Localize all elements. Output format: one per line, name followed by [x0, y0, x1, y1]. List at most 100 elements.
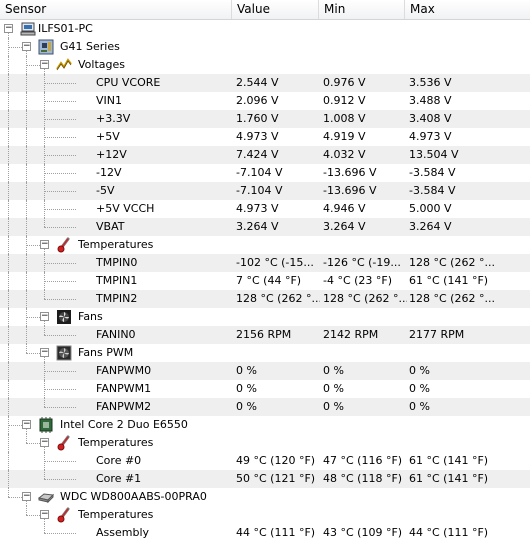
sensor-row[interactable]: TMPIN2 128 °C (262 °... 128 °C (262 °... 12… — [0, 290, 530, 308]
column-header-sensor[interactable]: Sensor — [0, 0, 232, 19]
sensor-label: Core #0 — [96, 454, 142, 467]
collapse-toggle[interactable]: − — [22, 492, 31, 501]
collapse-toggle[interactable]: − — [4, 24, 13, 33]
sensor-value: -7.104 V — [236, 184, 283, 197]
column-header-max[interactable]: Max — [405, 0, 530, 19]
sensor-value: 4.973 V — [236, 130, 279, 143]
collapse-toggle[interactable]: − — [22, 42, 31, 51]
sensor-label: -5V — [96, 184, 115, 197]
sensor-min: 0 % — [323, 364, 344, 377]
sensor-min: 128 °C (262 °... — [323, 292, 407, 305]
sensor-max: 61 °C (141 °F) — [409, 274, 489, 287]
sensor-row[interactable]: -12V -7.104 V -13.696 V -3.584 V — [0, 164, 530, 182]
voltage-icon — [56, 57, 72, 73]
sensor-label: Voltages — [78, 58, 125, 71]
sensor-max: 5.000 V — [409, 202, 452, 215]
sensor-row[interactable]: +5V 4.973 V 4.919 V 4.973 V — [0, 128, 530, 146]
sensor-max: 4.973 V — [409, 130, 452, 143]
sensor-row[interactable]: VBAT 3.264 V 3.264 V 3.264 V — [0, 218, 530, 236]
group-row[interactable]: − Temperatures — [0, 236, 530, 254]
thermometer-icon — [56, 507, 72, 523]
sensor-value: 3.264 V — [236, 220, 279, 233]
sensor-min: 47 °C (116 °F) — [323, 454, 403, 467]
sensor-row[interactable]: -5V -7.104 V -13.696 V -3.584 V — [0, 182, 530, 200]
group-row[interactable]: − G41 Series — [0, 38, 530, 56]
sensor-row[interactable]: Assembly 44 °C (111 °F) 43 °C (109 °F) 44 °… — [0, 524, 530, 542]
sensor-row[interactable]: Core #1 50 °C (121 °F) 48 °C (118 °F) 61 °C… — [0, 470, 530, 488]
tree-guide-lines — [0, 254, 100, 272]
sensor-min: 4.919 V — [323, 130, 366, 143]
sensor-value: -7.104 V — [236, 166, 283, 179]
sensor-value: 7 °C (44 °F) — [236, 274, 302, 287]
sensor-max: 0 % — [409, 400, 430, 413]
sensor-value: 0 % — [236, 364, 257, 377]
motherboard-icon — [38, 39, 54, 55]
sensor-max: -3.584 V — [409, 166, 456, 179]
sensor-label: Temperatures — [78, 436, 154, 449]
sensor-label: Core #1 — [96, 472, 142, 485]
sensor-max: 0 % — [409, 364, 430, 377]
sensor-row[interactable]: TMPIN0 -102 °C (-15... -126 °C (-19... 128 … — [0, 254, 530, 272]
sensor-tree[interactable]: − ILFS01-PC − G41 Series − Voltages CPU VCORE 2… — [0, 20, 530, 545]
sensor-label: Fans PWM — [78, 346, 134, 359]
sensor-value: 4.973 V — [236, 202, 279, 215]
sensor-max: 13.504 V — [409, 148, 459, 161]
fan-pwm-icon — [56, 345, 72, 361]
sensor-value: 1.760 V — [236, 112, 279, 125]
sensor-row[interactable]: Core #0 49 °C (120 °F) 47 °C (116 °F) 61 °C… — [0, 452, 530, 470]
collapse-toggle[interactable]: − — [40, 348, 49, 357]
sensor-label: Temperatures — [78, 508, 154, 521]
sensor-min: -13.696 V — [323, 166, 377, 179]
sensor-max: 61 °C (141 °F) — [409, 472, 489, 485]
sensor-row[interactable]: +5V VCCH 4.973 V 4.946 V 5.000 V — [0, 200, 530, 218]
collapse-toggle[interactable]: − — [40, 438, 49, 447]
sensor-max: 3.408 V — [409, 112, 452, 125]
collapse-toggle[interactable]: − — [22, 420, 31, 429]
sensor-label: +5V — [96, 130, 120, 143]
sensor-row[interactable]: FANPWM2 0 % 0 % 0 % — [0, 398, 530, 416]
tree-guide-lines — [0, 452, 100, 470]
sensor-label: VIN1 — [96, 94, 122, 107]
sensor-label: TMPIN0 — [96, 256, 138, 269]
group-row[interactable]: − Intel Core 2 Duo E6550 — [0, 416, 530, 434]
tree-guide-lines — [0, 146, 100, 164]
sensor-row[interactable]: FANPWM0 0 % 0 % 0 % — [0, 362, 530, 380]
group-row[interactable]: − Fans PWM — [0, 344, 530, 362]
group-row[interactable]: − WDC WD800AABS-00PRA0 — [0, 488, 530, 506]
sensor-label: G41 Series — [60, 40, 120, 53]
sensor-min: 0 % — [323, 400, 344, 413]
collapse-toggle[interactable]: − — [40, 312, 49, 321]
sensor-row[interactable]: +12V 7.424 V 4.032 V 13.504 V — [0, 146, 530, 164]
tree-guide-lines — [0, 92, 100, 110]
group-row[interactable]: − Fans — [0, 308, 530, 326]
column-header-value[interactable]: Value — [232, 0, 319, 19]
sensor-label: FANPWM2 — [96, 400, 152, 413]
group-row[interactable]: − Temperatures — [0, 434, 530, 452]
sensor-row[interactable]: CPU VCORE 2.544 V 0.976 V 3.536 V — [0, 74, 530, 92]
sensor-max: 128 °C (262 °... — [409, 256, 495, 269]
group-row[interactable]: − ILFS01-PC — [0, 20, 530, 38]
computer-icon — [20, 21, 36, 37]
sensor-value: 49 °C (120 °F) — [236, 454, 316, 467]
sensor-row[interactable]: VIN1 2.096 V 0.912 V 3.488 V — [0, 92, 530, 110]
collapse-toggle[interactable]: − — [40, 510, 49, 519]
group-row[interactable]: − Temperatures — [0, 506, 530, 524]
collapse-toggle[interactable]: − — [40, 60, 49, 69]
sensor-row[interactable]: FANIN0 2156 RPM 2142 RPM 2177 RPM — [0, 326, 530, 344]
sensor-label: TMPIN2 — [96, 292, 138, 305]
sensor-row[interactable]: FANPWM1 0 % 0 % 0 % — [0, 380, 530, 398]
fan-icon — [56, 309, 72, 325]
tree-guide-lines — [0, 110, 100, 128]
sensor-label: +3.3V — [96, 112, 131, 125]
group-row[interactable]: − Voltages — [0, 56, 530, 74]
sensor-label: Intel Core 2 Duo E6550 — [60, 418, 188, 431]
sensor-label: Assembly — [96, 526, 150, 539]
sensor-min: 3.264 V — [323, 220, 366, 233]
sensor-row[interactable]: TMPIN1 7 °C (44 °F) -4 °C (23 °F) 61 °C (14… — [0, 272, 530, 290]
collapse-toggle[interactable]: − — [40, 240, 49, 249]
sensor-row[interactable]: +3.3V 1.760 V 1.008 V 3.408 V — [0, 110, 530, 128]
column-header-min[interactable]: Min — [319, 0, 405, 19]
sensor-label: Fans — [78, 310, 103, 323]
tree-guide-lines — [0, 218, 100, 236]
sensor-label: FANIN0 — [96, 328, 136, 341]
